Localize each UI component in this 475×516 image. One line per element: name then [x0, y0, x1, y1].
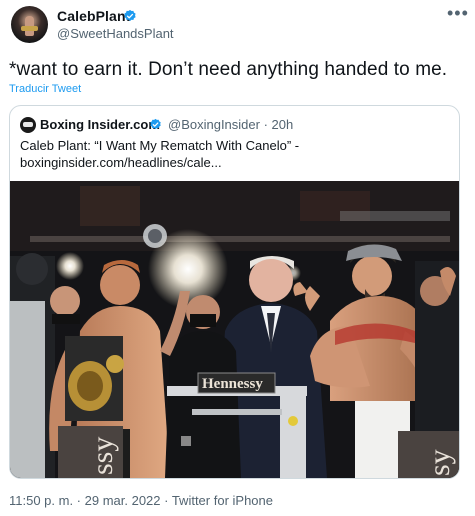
avatar-belt: [21, 26, 38, 31]
scene-banner-text: Hennessy: [202, 376, 263, 392]
quoted-verified-badge-icon: [150, 118, 161, 130]
right-banner-text: sy: [423, 449, 456, 476]
quoted-tweet-card[interactable]: Boxing Insider.com @BoxingInsider · 20h …: [9, 105, 460, 479]
left-banner-text: ssy: [86, 437, 119, 475]
translate-tweet-link[interactable]: Traducir Tweet: [9, 83, 81, 95]
weigh-in-scene: ssy Hennessy sy: [10, 181, 459, 478]
quoted-account-logo-icon: [20, 117, 36, 133]
quoted-tweet-text: Caleb Plant: “I Want My Rematch With Can…: [20, 138, 300, 170]
author-handle[interactable]: @SweetHandsPlant: [57, 26, 174, 41]
more-horizontal-icon[interactable]: •••: [447, 3, 469, 24]
tweet-timestamp-meta[interactable]: 11:50 p. m. · 29 mar. 2022 · Twitter for…: [9, 493, 273, 508]
quoted-tweet-photo[interactable]: ssy Hennessy sy: [10, 181, 459, 478]
author-display-name[interactable]: CalebPlant: [57, 8, 130, 24]
quoted-handle-time: @BoxingInsider · 20h: [168, 117, 294, 132]
verified-badge-icon: [124, 9, 136, 21]
tweet-text: *want to earn it. Don’t need anything ha…: [9, 59, 448, 80]
avatar[interactable]: [11, 6, 48, 43]
quoted-display-name: Boxing Insider.com: [40, 117, 160, 132]
